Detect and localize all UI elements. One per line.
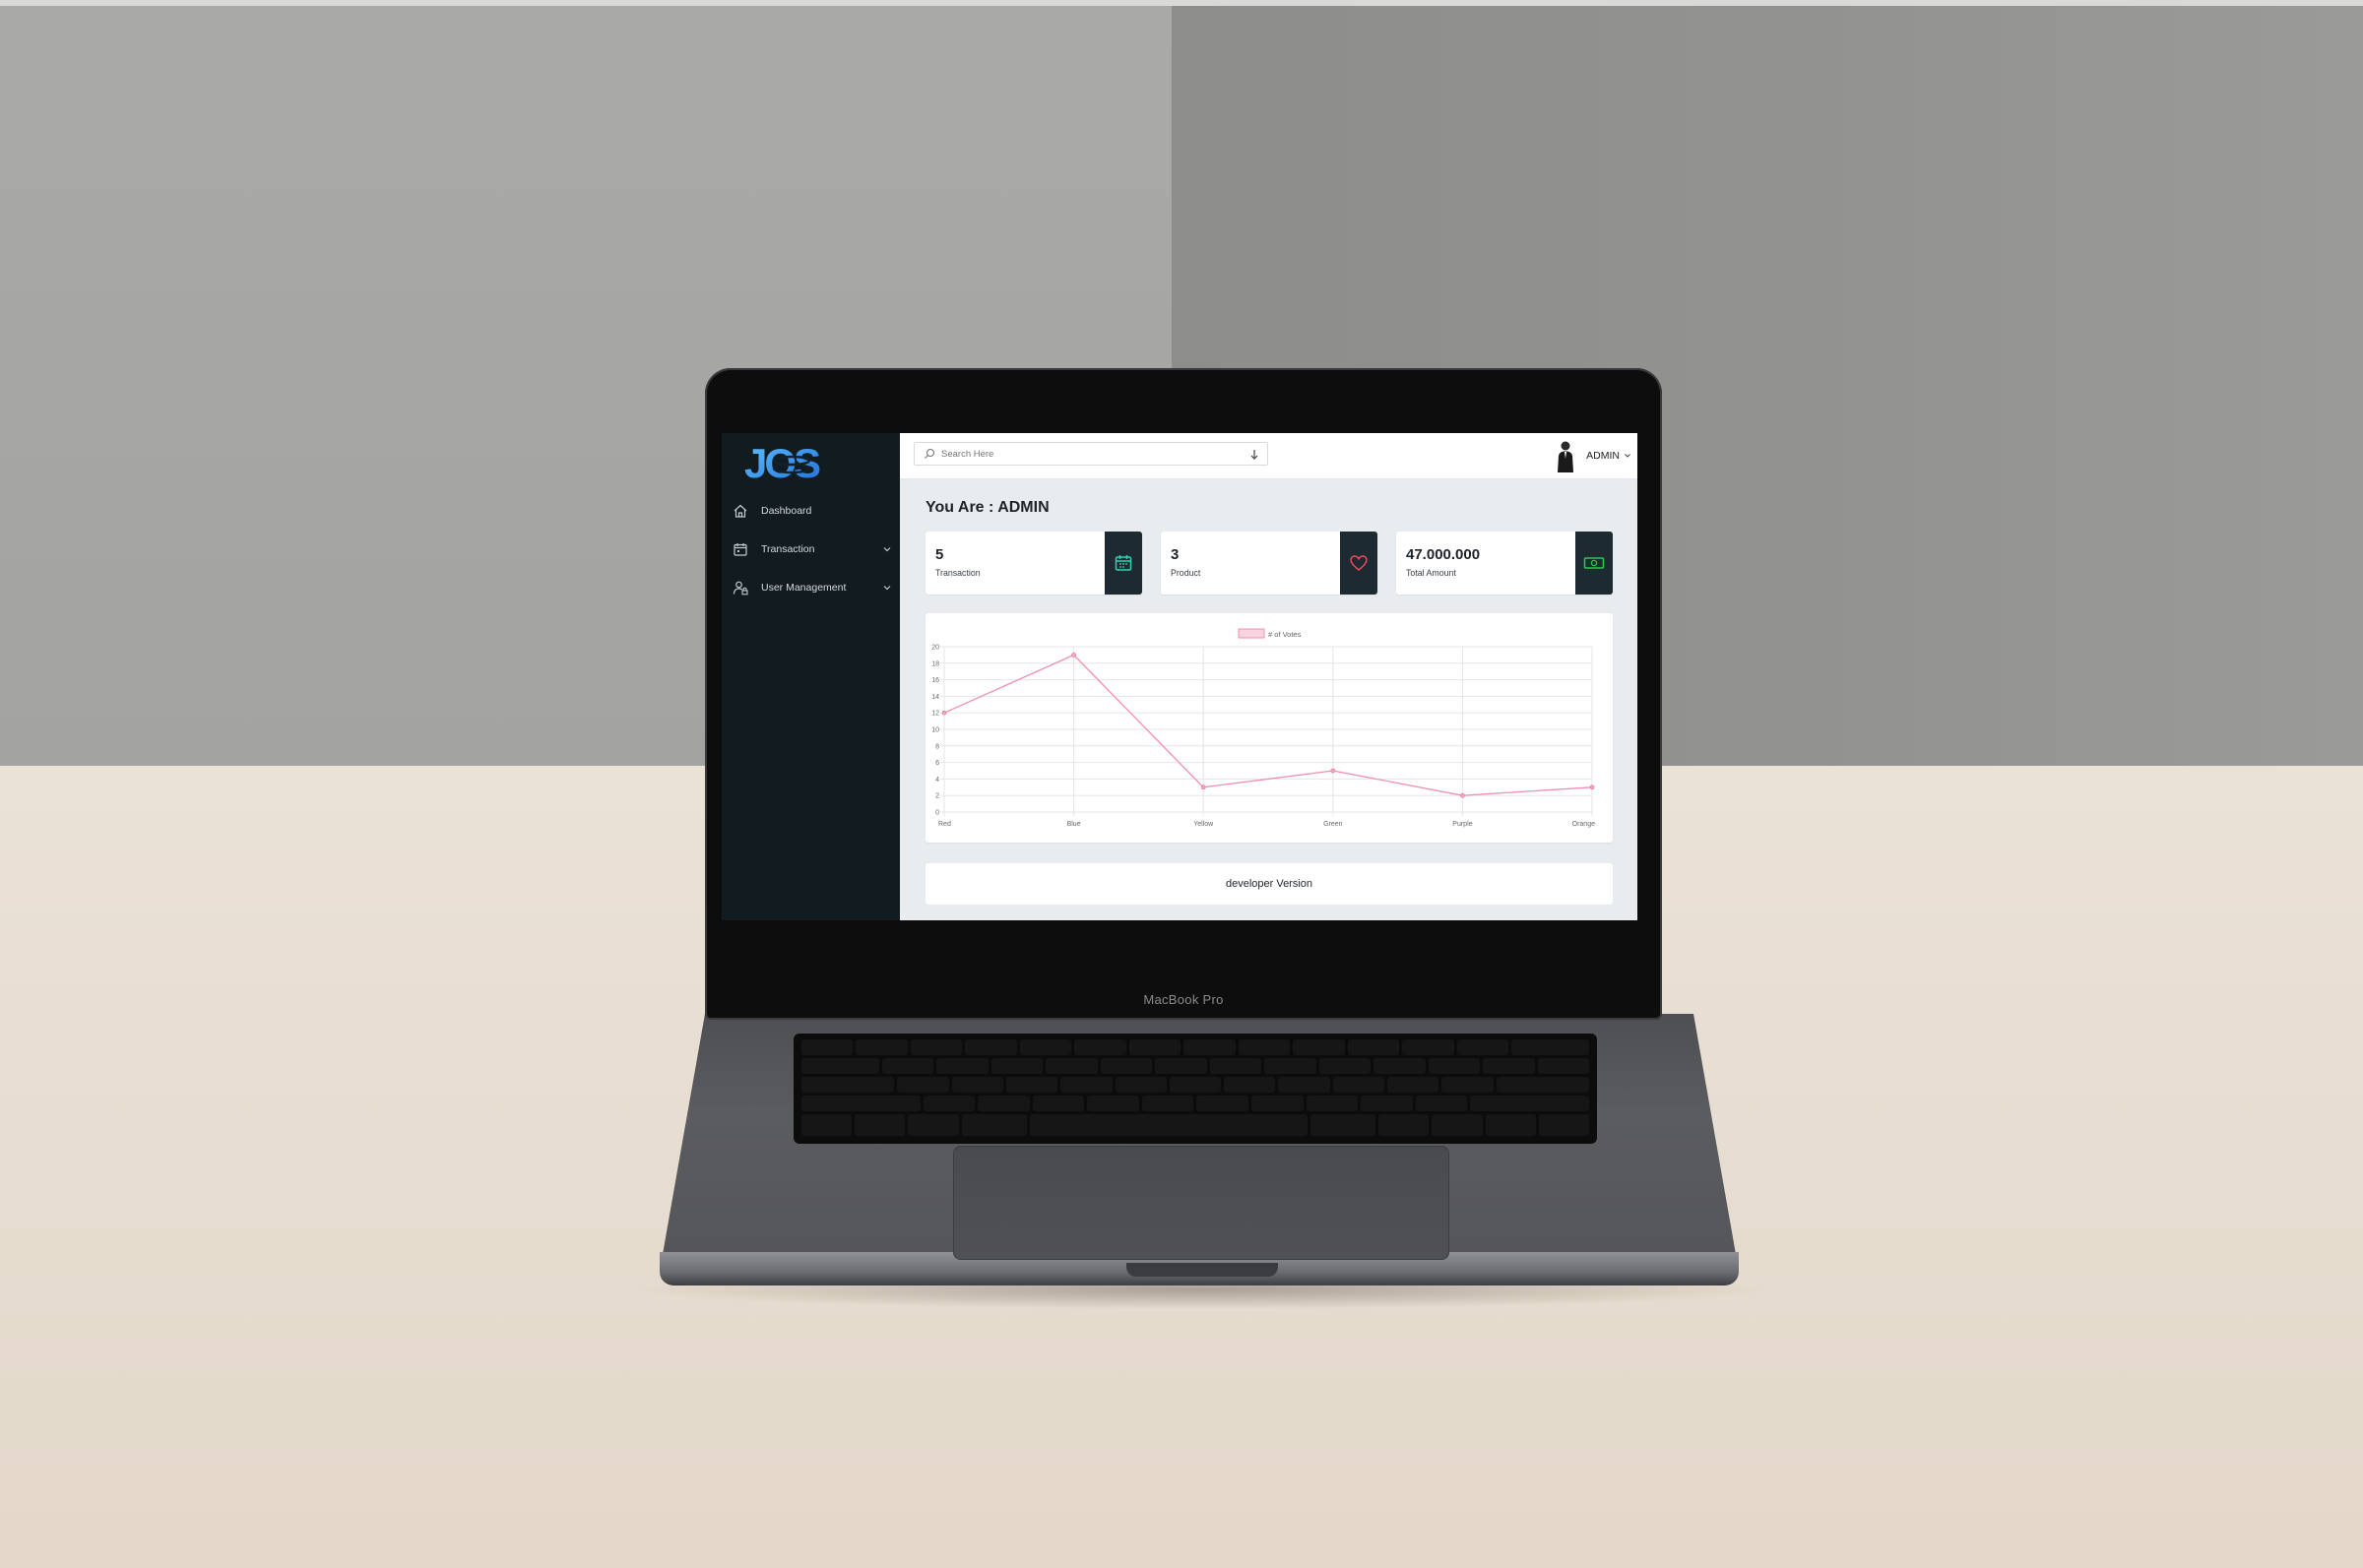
chevron-down-icon xyxy=(883,547,891,552)
stat-value: 5 xyxy=(935,546,944,563)
y-tick-label: 12 xyxy=(931,711,939,718)
keyboard-row xyxy=(801,1039,1590,1055)
data-point xyxy=(1330,768,1336,774)
y-tick-label: 16 xyxy=(931,677,939,684)
search-icon xyxy=(925,448,935,459)
calendar-icon xyxy=(1115,555,1132,571)
stat-icon-box xyxy=(1105,532,1142,595)
user-name: ADMIN xyxy=(1586,450,1620,462)
keyboard-row xyxy=(801,1058,1590,1074)
data-point xyxy=(1460,792,1465,798)
arrow-down-icon[interactable] xyxy=(1249,449,1259,461)
y-tick-label: 18 xyxy=(931,660,939,667)
stat-card-total-amount: 47.000.000 Total Amount xyxy=(1396,532,1613,595)
x-tick-label: Red xyxy=(938,821,951,828)
data-point xyxy=(1200,784,1206,790)
money-icon xyxy=(1583,557,1605,569)
y-tick-label: 8 xyxy=(935,743,939,750)
y-tick-label: 10 xyxy=(931,727,939,734)
search-input[interactable] xyxy=(941,448,1227,460)
y-tick-label: 14 xyxy=(931,694,939,701)
keyboard-row xyxy=(801,1077,1589,1093)
heart-icon xyxy=(1350,555,1368,571)
stat-value: 47.000.000 xyxy=(1406,546,1481,563)
y-tick-label: 0 xyxy=(935,810,939,817)
sidebar-item-label: Transaction xyxy=(761,543,815,555)
chevron-down-icon xyxy=(883,586,891,591)
calendar-icon xyxy=(732,541,749,557)
series-line xyxy=(943,654,1593,796)
chevron-down-icon xyxy=(1625,454,1630,458)
search-box[interactable] xyxy=(914,442,1268,466)
y-tick-label: 20 xyxy=(931,645,939,652)
user-lock-icon xyxy=(732,580,749,596)
sidebar-item-label: Dashboard xyxy=(761,505,812,517)
x-tick-label: Blue xyxy=(1067,821,1081,828)
laptop-brand-label: MacBook Pro xyxy=(1143,992,1224,1007)
stat-label: Product xyxy=(1171,568,1201,578)
legend-swatch xyxy=(1238,628,1265,639)
user-menu[interactable]: ADMIN xyxy=(1555,439,1631,472)
keyboard xyxy=(794,1034,1597,1144)
stat-icon-box xyxy=(1575,532,1613,595)
x-tick-label: Orange xyxy=(1572,821,1595,828)
screen: JOS Dashboard Transaction User Managemen… xyxy=(722,433,1637,920)
stat-card-product: 3 Product xyxy=(1161,532,1377,595)
background-top-edge xyxy=(0,0,2363,6)
keyboard-row xyxy=(801,1096,1589,1111)
data-point xyxy=(1589,784,1595,790)
trackpad xyxy=(953,1146,1449,1260)
main-content: ADMIN You Are : ADMIN 5 Transaction 3 Pr… xyxy=(900,433,1637,920)
sidebar-item-transaction[interactable]: Transaction xyxy=(722,535,900,563)
x-tick-label: Purple xyxy=(1452,821,1472,828)
y-tick-label: 4 xyxy=(935,777,939,784)
stat-card-transaction: 5 Transaction xyxy=(926,532,1142,595)
stat-value: 3 xyxy=(1171,546,1180,563)
avatar xyxy=(1558,441,1574,472)
y-tick-label: 6 xyxy=(935,760,939,767)
data-point xyxy=(941,710,947,716)
home-icon xyxy=(732,503,749,519)
jos-logo: JOS xyxy=(744,440,823,484)
line-chart-card: 0 2 4 6 8 10 12 14 16 18 20 Red Blue Yellow Green Purpl… xyxy=(926,613,1613,843)
legend-label: # of Votes xyxy=(1268,630,1302,639)
sidebar-item-user-management[interactable]: User Management xyxy=(722,574,900,601)
keyboard-row xyxy=(801,1114,1589,1136)
data-point xyxy=(1071,653,1077,658)
laptop-notch xyxy=(1126,1263,1278,1277)
developer-version-banner: developer Version xyxy=(926,863,1613,905)
y-tick-label: 2 xyxy=(935,793,939,800)
stat-label: Total Amount xyxy=(1406,568,1456,578)
x-tick-label: Yellow xyxy=(1193,821,1214,828)
sidebar: JOS Dashboard Transaction User Managemen… xyxy=(722,433,900,920)
page-title: You Are : ADMIN xyxy=(926,499,1050,516)
topbar: ADMIN xyxy=(900,433,1637,479)
x-tick-label: Green xyxy=(1323,821,1343,828)
line-chart: 0 2 4 6 8 10 12 14 16 18 20 Red Blue Yellow Green Purpl… xyxy=(931,628,1595,828)
stat-icon-box xyxy=(1340,532,1377,595)
sidebar-item-dashboard[interactable]: Dashboard xyxy=(722,497,900,525)
stat-label: Transaction xyxy=(935,568,981,578)
sidebar-item-label: User Management xyxy=(761,582,847,594)
